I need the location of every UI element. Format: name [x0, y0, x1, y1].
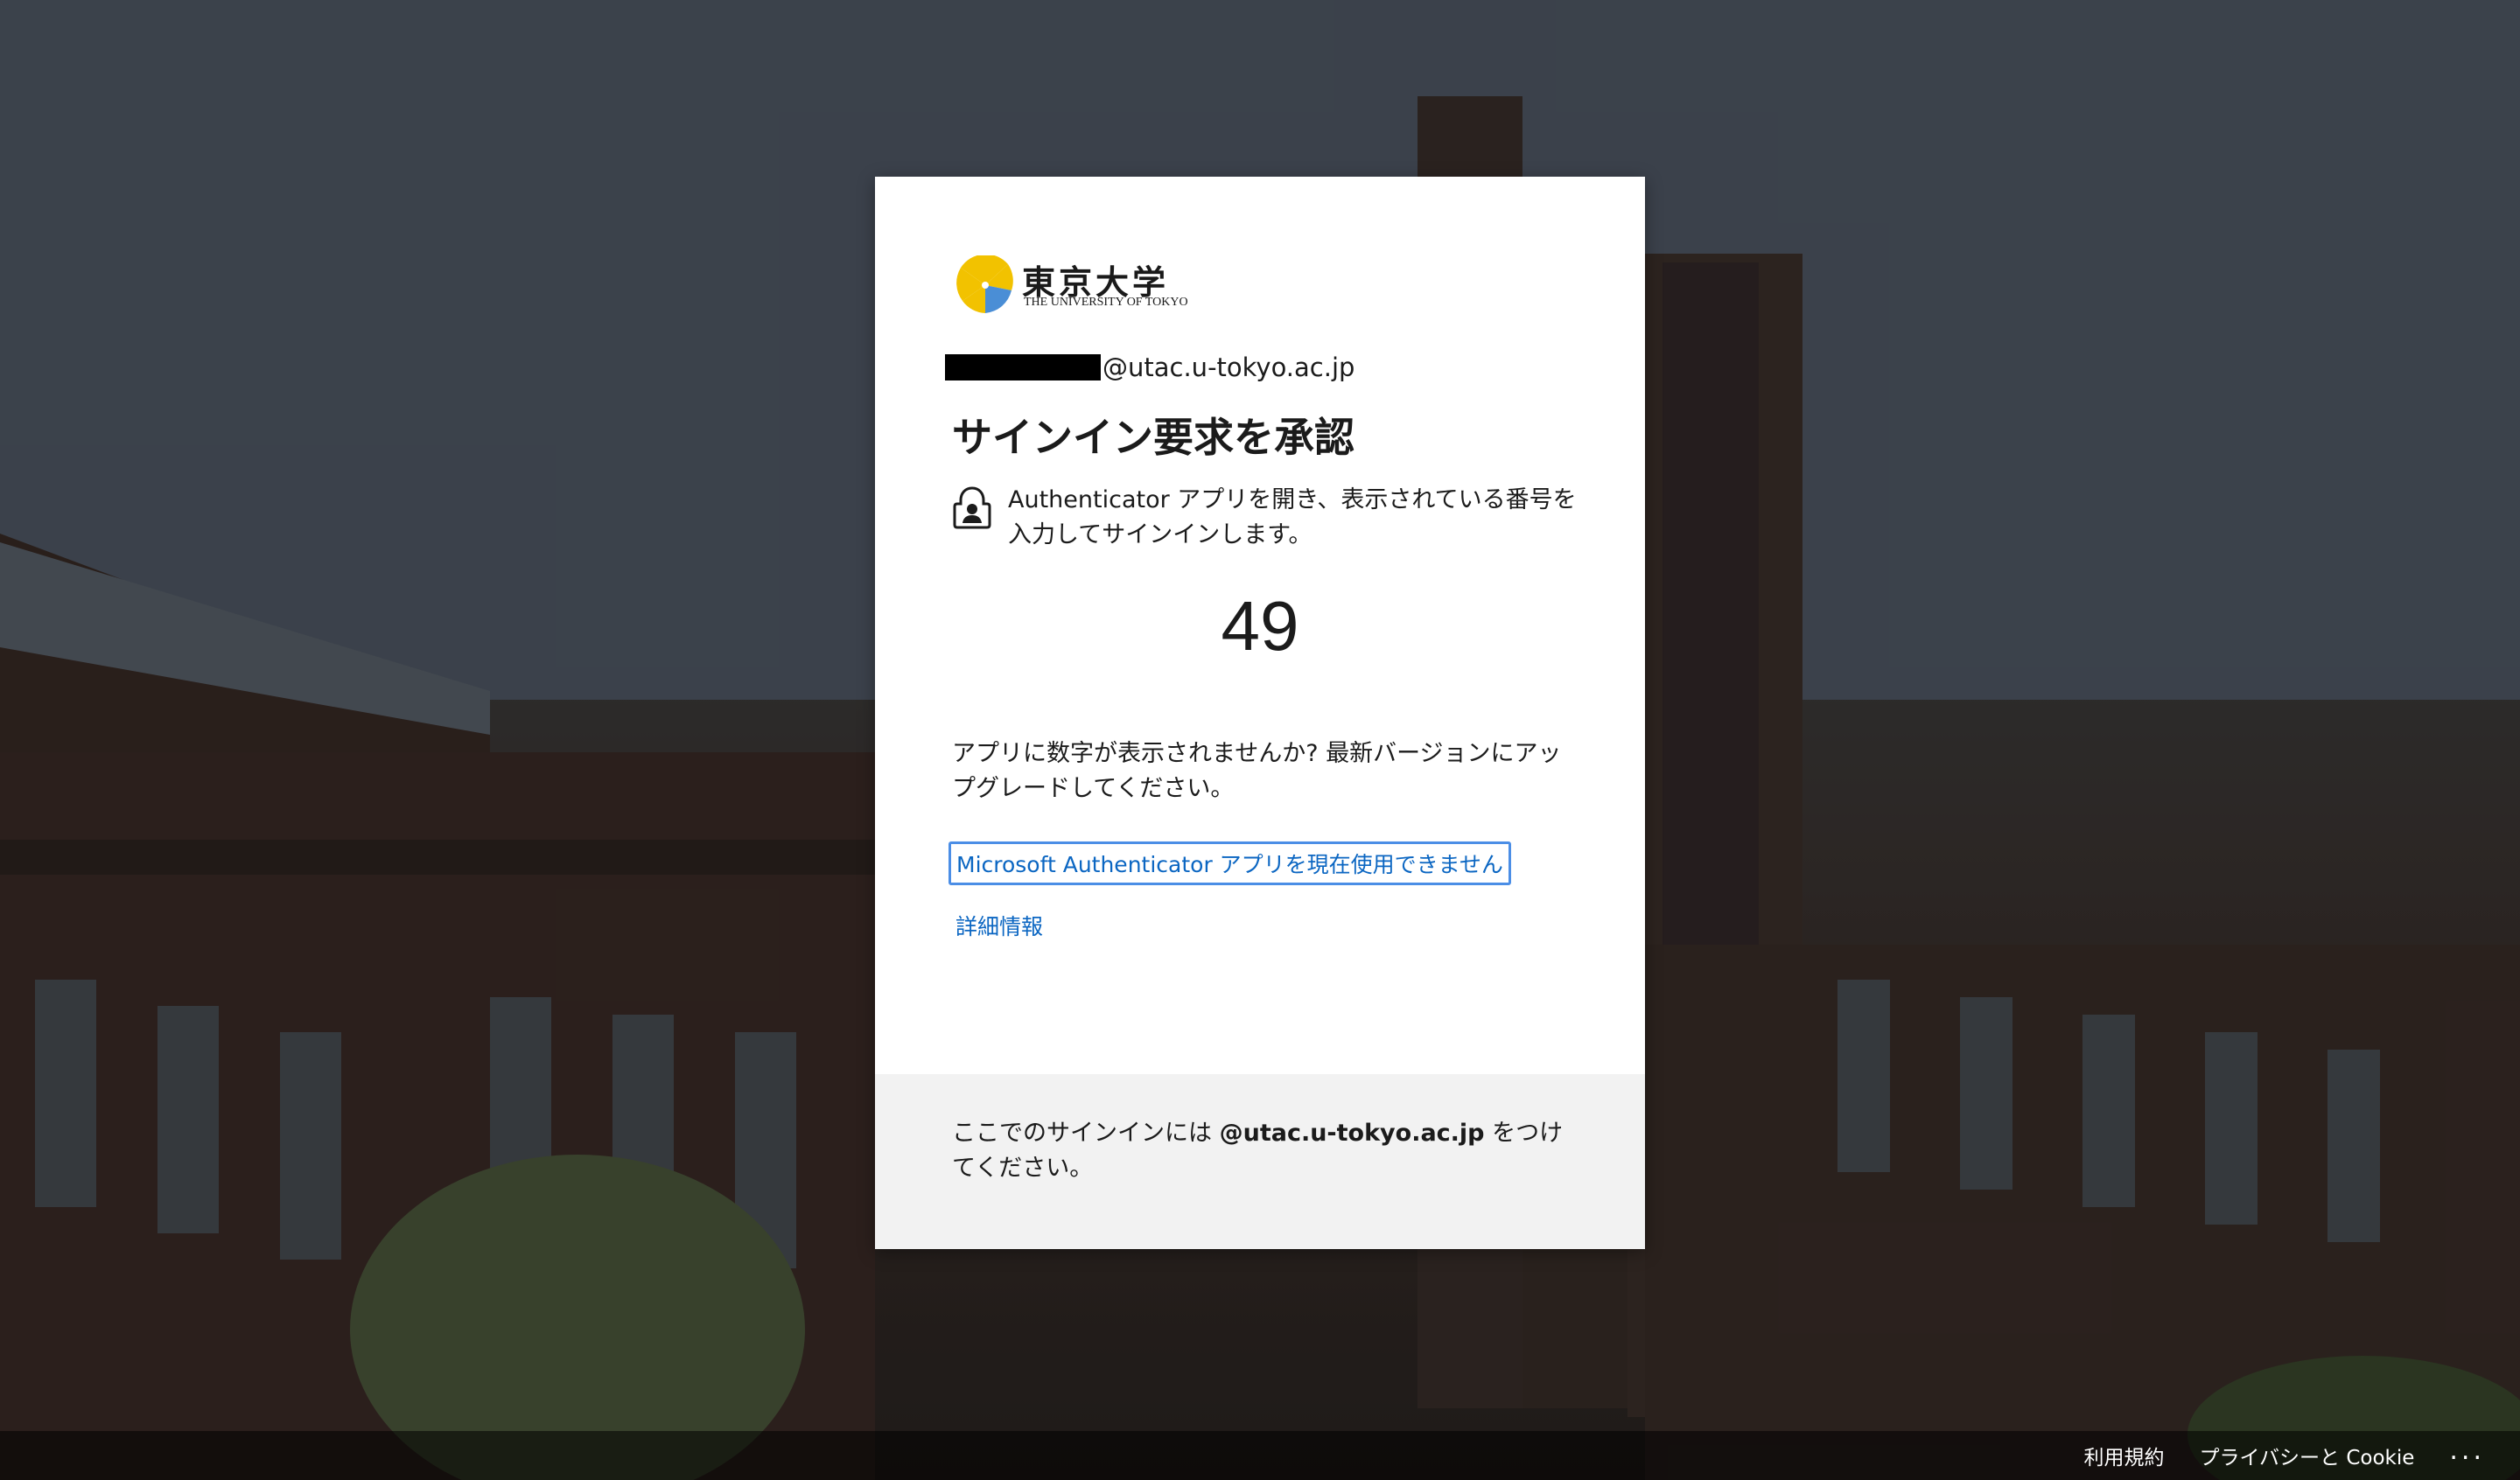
bottom-bar: 利用規約 プライバシーと Cookie ... — [0, 1431, 2520, 1480]
instruction-text: Authenticator アプリを開き、表示されている番号を入力してサインイン… — [1008, 486, 1577, 548]
more-details-link[interactable]: 詳細情報 — [956, 910, 1043, 941]
privacy-cookie-link[interactable]: プライバシーと Cookie — [2199, 1441, 2414, 1470]
more-options-button[interactable]: ... — [2449, 1438, 2485, 1473]
domain-hint-domain: @utac.u-tokyo.ac.jp — [1219, 1120, 1485, 1147]
card-body: 東京大学 THE UNIVERSITY OF TOKYO @utac.u-tok… — [875, 177, 1645, 1074]
university-logo: 東京大学 THE UNIVERSITY OF TOKYO — [956, 254, 1188, 317]
domain-hint: ここでのサインインには @utac.u-tokyo.ac.jp をつけてください… — [952, 1116, 1582, 1186]
logo-name-en: THE UNIVERSITY OF TOKYO — [1024, 296, 1188, 309]
sign-in-card: 東京大学 THE UNIVERSITY OF TOKYO @utac.u-tok… — [875, 177, 1645, 1249]
account-identity: @utac.u-tokyo.ac.jp — [945, 350, 1354, 385]
page-title: サインイン要求を承認 — [952, 414, 1354, 461]
upgrade-hint: アプリに数字が表示されませんか? 最新バージョンにアップグレードしてください。 — [952, 740, 1562, 802]
cannot-use-authenticator-link[interactable]: Microsoft Authenticator アプリを現在使用できません — [948, 841, 1511, 885]
email-domain: @utac.u-tokyo.ac.jp — [1102, 353, 1355, 382]
approval-number: 49 — [1221, 587, 1299, 665]
authenticator-lock-icon — [953, 486, 991, 529]
bottom-links: 利用規約 プライバシーと Cookie ... — [2083, 1431, 2485, 1480]
card-footer: ここでのサインインには @utac.u-tokyo.ac.jp をつけてください… — [875, 1074, 1645, 1249]
terms-link[interactable]: 利用規約 — [2083, 1441, 2164, 1470]
domain-hint-prefix: ここでのサインインには — [952, 1120, 1220, 1147]
ginkgo-leaf-logo-icon — [956, 255, 1013, 313]
sign-in-page: 東京大学 THE UNIVERSITY OF TOKYO @utac.u-tok… — [0, 0, 2520, 1480]
redacted-username — [945, 354, 1101, 380]
